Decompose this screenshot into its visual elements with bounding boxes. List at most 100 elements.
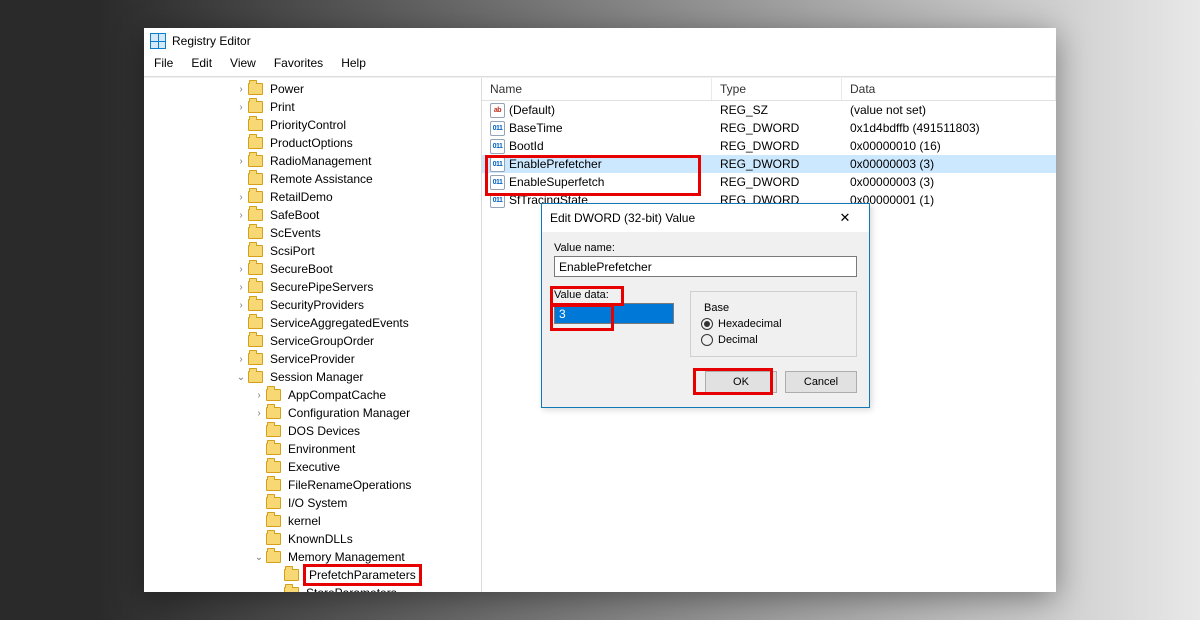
tree-item-knowndlls[interactable]: ·KnownDLLs bbox=[144, 530, 481, 548]
folder-icon bbox=[266, 389, 281, 401]
tree-item-kernel[interactable]: ·kernel bbox=[144, 512, 481, 530]
tree-item-serviceaggregatedevents[interactable]: · ServiceAggregatedEvents bbox=[144, 314, 481, 332]
value-data-label: Value data: bbox=[554, 289, 674, 301]
tree-item-label: ScsiPort bbox=[267, 243, 318, 259]
menu-view[interactable]: View bbox=[222, 54, 264, 72]
value-name-label: Value name: bbox=[554, 242, 857, 254]
tree-item-label: Executive bbox=[285, 459, 343, 475]
tree-item-prioritycontrol[interactable]: ·PriorityControl bbox=[144, 116, 481, 134]
col-name[interactable]: Name bbox=[482, 78, 712, 100]
cancel-button[interactable]: Cancel bbox=[785, 371, 857, 393]
radio-dec[interactable]: Decimal bbox=[701, 334, 846, 346]
tree-item-securepipeservers[interactable]: › SecurePipeServers bbox=[144, 278, 481, 296]
col-data[interactable]: Data bbox=[842, 78, 1056, 100]
tree-item-executive[interactable]: ·Executive bbox=[144, 458, 481, 476]
spacer-icon: · bbox=[234, 336, 248, 347]
chevron-right-icon[interactable]: › bbox=[234, 192, 248, 203]
tree-item-securityproviders[interactable]: › SecurityProviders bbox=[144, 296, 481, 314]
tree-item-serviceprovider[interactable]: ›ServiceProvider bbox=[144, 350, 481, 368]
radio-hex[interactable]: Hexadecimal bbox=[701, 318, 846, 330]
tree-item-retaildemo[interactable]: ›RetailDemo bbox=[144, 188, 481, 206]
tree-item-environment[interactable]: ·Environment bbox=[144, 440, 481, 458]
chevron-right-icon[interactable]: › bbox=[234, 264, 248, 275]
tree-item-radiomanagement[interactable]: ›RadioManagement bbox=[144, 152, 481, 170]
tree-item-remote-assistance[interactable]: ·Remote Assistance bbox=[144, 170, 481, 188]
tree-item-i-o-system[interactable]: ·I/O System bbox=[144, 494, 481, 512]
tree-item-print[interactable]: ›Print bbox=[144, 98, 481, 116]
tree-item-power[interactable]: › Power bbox=[144, 80, 481, 98]
value-type: REG_SZ bbox=[712, 103, 842, 117]
tree-item-scevents[interactable]: ·ScEvents bbox=[144, 224, 481, 242]
tree-item-scsiport[interactable]: ·ScsiPort bbox=[144, 242, 481, 260]
spacer-icon: · bbox=[270, 588, 284, 593]
edit-dword-dialog[interactable]: Edit DWORD (32-bit) Value ✕ Value name: … bbox=[541, 203, 870, 408]
spacer-icon: · bbox=[234, 120, 248, 131]
ok-button[interactable]: OK bbox=[705, 371, 777, 393]
value-name: EnablePrefetcher bbox=[509, 157, 602, 171]
tree-item-label: SecurityProviders bbox=[267, 297, 367, 313]
value-data: 0x00000010 (16) bbox=[842, 139, 1056, 153]
value-name: BaseTime bbox=[509, 121, 563, 135]
window-title: Registry Editor bbox=[172, 34, 251, 48]
tree-item-label: SafeBoot bbox=[267, 207, 322, 223]
tree-item-label: Power bbox=[267, 81, 307, 97]
menu-file[interactable]: File bbox=[146, 54, 181, 72]
value-row-enablesuperfetch[interactable]: 011EnableSuperfetchREG_DWORD0x00000003 (… bbox=[482, 173, 1056, 191]
tree-item-session-manager[interactable]: ⌄Session Manager bbox=[144, 368, 481, 386]
chevron-right-icon[interactable]: › bbox=[234, 282, 248, 293]
close-icon[interactable]: ✕ bbox=[829, 210, 861, 226]
folder-icon bbox=[248, 299, 263, 311]
tree-item-servicegrouporder[interactable]: · ServiceGroupOrder bbox=[144, 332, 481, 350]
chevron-right-icon[interactable]: › bbox=[234, 84, 248, 95]
chevron-right-icon[interactable]: › bbox=[234, 156, 248, 167]
tree-item-label: kernel bbox=[285, 513, 324, 529]
value-data-input[interactable] bbox=[554, 303, 674, 324]
tree-item-dos-devices[interactable]: ·DOS Devices bbox=[144, 422, 481, 440]
col-type[interactable]: Type bbox=[712, 78, 842, 100]
tree-item-secureboot[interactable]: ›SecureBoot bbox=[144, 260, 481, 278]
menu-help[interactable]: Help bbox=[333, 54, 374, 72]
value-row-basetime[interactable]: 011BaseTimeREG_DWORD0x1d4bdffb (49151180… bbox=[482, 119, 1056, 137]
tree-item-productoptions[interactable]: ·ProductOptions bbox=[144, 134, 481, 152]
tree-item-label: KnownDLLs bbox=[285, 531, 356, 547]
chevron-down-icon[interactable]: ⌄ bbox=[252, 552, 266, 563]
dialog-body: Value name: Value data: Base Hexadecimal bbox=[542, 232, 869, 407]
tree-item-label: SecurePipeServers bbox=[267, 279, 376, 295]
tree-item-configuration-manager[interactable]: ›Configuration Manager bbox=[144, 404, 481, 422]
tree-item-label: ServiceAggregatedEvents bbox=[267, 315, 412, 331]
value-row--default-[interactable]: ab(Default)REG_SZ(value not set) bbox=[482, 101, 1056, 119]
string-value-icon: ab bbox=[490, 103, 505, 118]
value-type: REG_DWORD bbox=[712, 121, 842, 135]
chevron-right-icon[interactable]: › bbox=[234, 300, 248, 311]
chevron-down-icon[interactable]: ⌄ bbox=[234, 372, 248, 383]
folder-icon bbox=[266, 515, 281, 527]
spacer-icon: · bbox=[234, 318, 248, 329]
menu-favorites[interactable]: Favorites bbox=[266, 54, 331, 72]
chevron-right-icon[interactable]: › bbox=[234, 354, 248, 365]
tree-item-appcompatcache[interactable]: ›AppCompatCache bbox=[144, 386, 481, 404]
tree-item-filerenameoperations[interactable]: ·FileRenameOperations bbox=[144, 476, 481, 494]
value-row-enableprefetcher[interactable]: 011EnablePrefetcherREG_DWORD0x00000003 (… bbox=[482, 155, 1056, 173]
value-row-bootid[interactable]: 011BootIdREG_DWORD0x00000010 (16) bbox=[482, 137, 1056, 155]
menubar: File Edit View Favorites Help bbox=[144, 52, 1056, 77]
spacer-icon: · bbox=[252, 498, 266, 509]
folder-icon bbox=[266, 551, 281, 563]
registry-editor-window: Registry Editor File Edit View Favorites… bbox=[144, 28, 1056, 592]
chevron-right-icon[interactable]: › bbox=[252, 390, 266, 401]
tree-item-prefetchparameters[interactable]: ·PrefetchParameters bbox=[144, 566, 481, 584]
tree-item-label: ServiceGroupOrder bbox=[267, 333, 377, 349]
chevron-right-icon[interactable]: › bbox=[234, 102, 248, 113]
tree-item-safeboot[interactable]: › SafeBoot bbox=[144, 206, 481, 224]
value-data-group: Value data: bbox=[554, 289, 674, 357]
menu-edit[interactable]: Edit bbox=[183, 54, 220, 72]
value-data: (value not set) bbox=[842, 103, 1056, 117]
tree-item-label: FileRenameOperations bbox=[285, 477, 414, 493]
chevron-right-icon[interactable]: › bbox=[234, 210, 248, 221]
chevron-right-icon[interactable]: › bbox=[252, 408, 266, 419]
spacer-icon: · bbox=[252, 426, 266, 437]
folder-icon bbox=[248, 155, 263, 167]
tree-item-storeparameters[interactable]: ·StoreParameters bbox=[144, 584, 481, 592]
value-type: REG_DWORD bbox=[712, 175, 842, 189]
tree-pane[interactable]: › Power›Print·PriorityControl·ProductOpti… bbox=[144, 78, 482, 592]
value-name: BootId bbox=[509, 139, 544, 153]
